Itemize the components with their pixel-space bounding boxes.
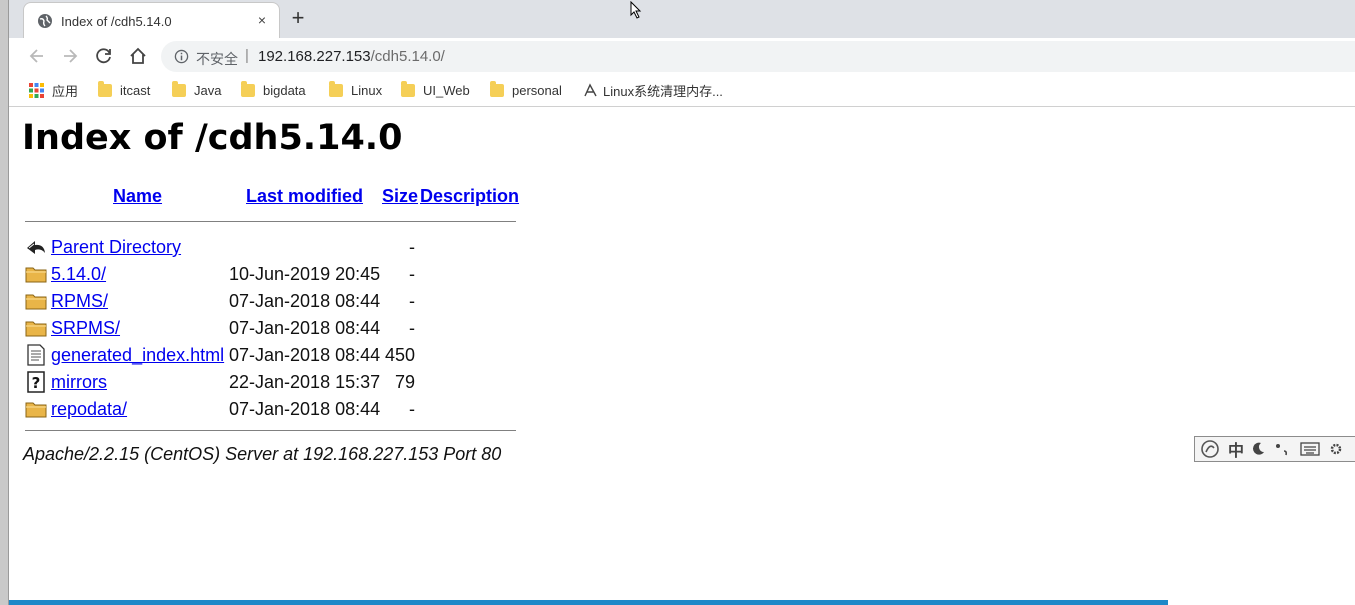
file-link[interactable]: Parent Directory [51, 237, 181, 258]
window-left-edge [0, 0, 9, 605]
bookmarks-bar: 应用 itcast Java bigdata Linux UI_Web pers… [9, 74, 1355, 107]
file-size: - [409, 318, 415, 338]
browser-toolbar: 不安全 | 192.168.227.153/cdh5.14.0/ [9, 38, 1355, 74]
svg-text:?: ? [32, 374, 41, 392]
browser-tab[interactable]: Index of /cdh5.14.0 × [23, 2, 280, 38]
address-separator: | [245, 47, 249, 64]
page-icon [584, 82, 597, 96]
file-date: 07-Jan-2018 08:44 [229, 345, 381, 365]
back-arrow-icon [27, 241, 45, 254]
back-arrow-icon[interactable] [27, 46, 47, 66]
apps-grid-icon [29, 82, 44, 98]
mouse-cursor-icon [630, 1, 642, 19]
unknown-file-icon: ? [27, 371, 45, 393]
folder-icon [25, 321, 47, 337]
ime-logo-icon[interactable] [1200, 439, 1220, 459]
tab-title: Index of /cdh5.14.0 [61, 14, 172, 29]
folder-icon [401, 80, 415, 97]
column-header-size[interactable]: Size [382, 186, 418, 207]
bookmark-personal[interactable]: personal [490, 80, 562, 99]
forward-arrow-icon[interactable] [60, 46, 80, 66]
keyboard-icon[interactable] [1300, 442, 1320, 456]
home-icon[interactable] [128, 46, 148, 66]
folder-icon [25, 267, 47, 283]
table-row: Parent Directory - [9, 236, 529, 260]
footer-divider [25, 430, 516, 431]
close-tab-icon[interactable]: × [253, 11, 271, 29]
column-header-description[interactable]: Description [420, 186, 519, 207]
table-row: 5.14.0/ 10-Jun-2019 20:45 - [9, 263, 529, 287]
ime-toolbar: 中 [1194, 436, 1355, 462]
url-host: 192.168.227.153 [258, 48, 371, 65]
file-link[interactable]: repodata/ [51, 399, 127, 420]
bookmark-java[interactable]: Java [172, 80, 222, 99]
table-row: generated_index.html 07-Jan-2018 08:44 4… [9, 344, 529, 368]
folder-icon [172, 80, 186, 97]
bookmark-label: UI_Web [423, 82, 470, 98]
page-content: Index of /cdh5.14.0 Name Last modified S… [9, 108, 1355, 605]
file-size: 79 [395, 372, 416, 392]
reload-icon[interactable] [94, 46, 114, 66]
folder-icon [25, 294, 47, 310]
punctuation-icon[interactable] [1274, 441, 1290, 457]
document-icon [27, 344, 45, 366]
bookmark-bigdata[interactable]: bigdata [241, 80, 306, 99]
file-size: - [409, 237, 415, 257]
ime-mode-toggle[interactable]: 中 [1228, 437, 1244, 461]
file-date: 07-Jan-2018 08:44 [229, 318, 381, 338]
bookmark-label: 应用 [52, 83, 79, 99]
file-date: 10-Jun-2019 20:45 [229, 264, 381, 284]
file-date: 07-Jan-2018 08:44 [229, 399, 381, 419]
file-link[interactable]: generated_index.html [51, 345, 224, 366]
bookmark-itcast[interactable]: itcast [98, 80, 151, 99]
bookmark-label: itcast [120, 82, 151, 98]
file-link[interactable]: mirrors [51, 372, 107, 393]
new-tab-button[interactable]: + [287, 7, 309, 30]
server-signature: Apache/2.2.15 (CentOS) Server at 192.168… [23, 444, 502, 464]
bookmark-label: Java [194, 82, 222, 98]
url-path: /cdh5.14.0/ [370, 48, 445, 65]
bookmark-linux[interactable]: Linux [329, 80, 383, 99]
file-size: 450 [385, 345, 416, 365]
page-title: Index of /cdh5.14.0 [22, 118, 403, 158]
info-icon[interactable] [174, 49, 189, 64]
settings-icon[interactable] [1328, 441, 1344, 457]
folder-icon [490, 80, 504, 97]
folder-icon [25, 402, 47, 418]
address-bar[interactable]: 不安全 | 192.168.227.153/cdh5.14.0/ [161, 41, 1355, 72]
file-date: 22-Jan-2018 15:37 [229, 372, 381, 392]
folder-icon [98, 80, 112, 97]
folder-icon [241, 80, 255, 97]
bookmark-apps[interactable]: 应用 [29, 81, 78, 99]
table-row: repodata/ 07-Jan-2018 08:44 - [9, 398, 529, 422]
security-label[interactable]: 不安全 [196, 49, 238, 69]
file-date: 07-Jan-2018 08:44 [229, 291, 381, 311]
column-header-last-modified[interactable]: Last modified [246, 186, 363, 207]
file-link[interactable]: 5.14.0/ [51, 264, 106, 285]
url-text[interactable]: 192.168.227.153/cdh5.14.0/ [258, 48, 445, 65]
bookmark-label: Linux系统清理内存... [603, 83, 723, 99]
file-size: - [409, 264, 415, 284]
tab-strip: Index of /cdh5.14.0 × + [9, 0, 1355, 38]
column-header-name[interactable]: Name [113, 186, 162, 207]
bookmark-linux-memory[interactable]: Linux系统清理内存... [583, 81, 723, 99]
bookmark-label: personal [512, 82, 562, 98]
file-size: - [409, 291, 415, 311]
bookmark-label: Linux [351, 82, 383, 98]
header-divider [25, 221, 516, 222]
file-link[interactable]: RPMS/ [51, 291, 108, 312]
folder-icon [329, 80, 343, 97]
moon-icon[interactable] [1250, 441, 1266, 457]
table-row: SRPMS/ 07-Jan-2018 08:44 - [9, 317, 529, 341]
progress-bar [9, 600, 1168, 605]
file-link[interactable]: SRPMS/ [51, 318, 120, 339]
file-size: - [409, 399, 415, 419]
bookmark-label: bigdata [263, 82, 306, 98]
bookmark-ui-web[interactable]: UI_Web [401, 80, 470, 99]
globe-icon [38, 14, 52, 28]
table-row: ? mirrors 22-Jan-2018 15:37 79 [9, 371, 529, 395]
table-row: RPMS/ 07-Jan-2018 08:44 - [9, 290, 529, 314]
